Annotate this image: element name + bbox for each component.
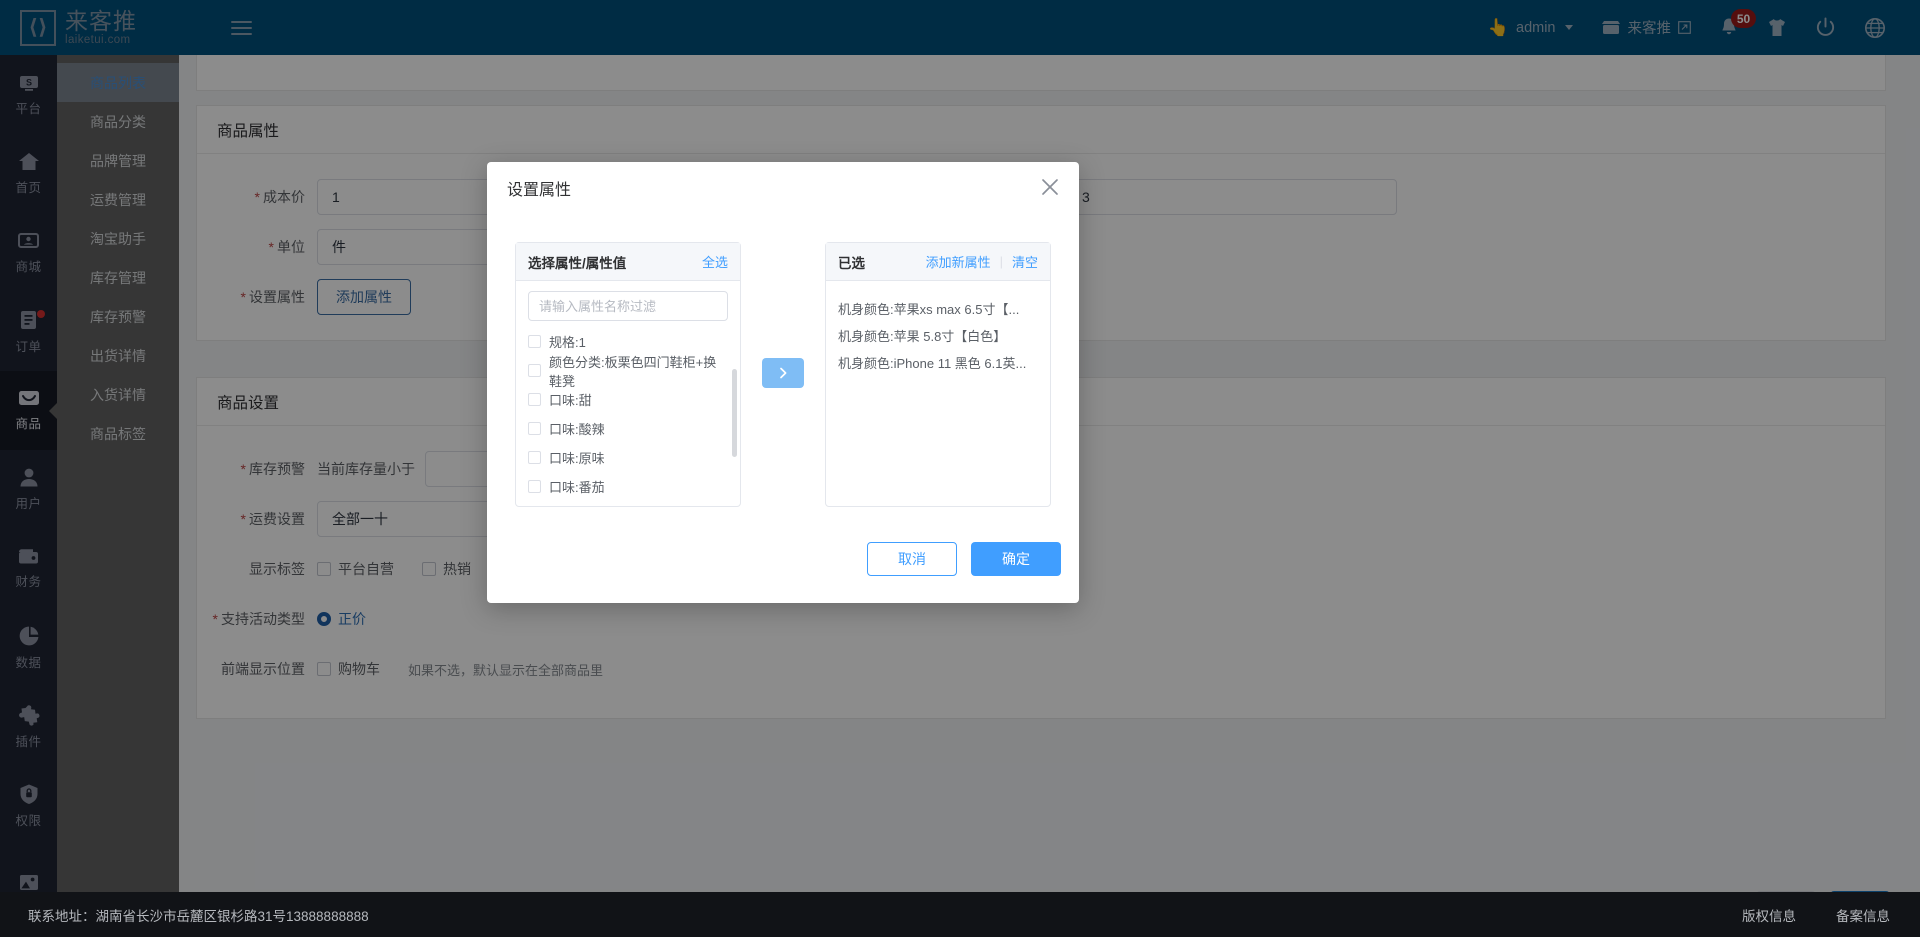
footer-icp-link[interactable]: 备案信息 (1836, 905, 1890, 925)
footer-links: 版权信息 备案信息 (1742, 905, 1920, 925)
dialog-title: 设置属性 (507, 182, 572, 199)
action-separator: | (999, 254, 1003, 269)
attribute-option-list: 规格:1 颜色分类:板栗色四门鞋柜+换鞋凳 口味:甜 口味:酸辣 口味:原味 口… (528, 327, 728, 501)
selected-panel-actions: 添加新属性 | 清空 (926, 252, 1038, 271)
chevron-right-icon (780, 367, 787, 379)
attribute-filter-input[interactable] (528, 291, 728, 321)
available-panel-title: 选择属性/属性值 (528, 255, 627, 271)
checkbox-box (528, 393, 541, 406)
attribute-option[interactable]: 口味:番茄 (528, 472, 728, 501)
selected-panel-body: 机身颜色:苹果xs max 6.5寸【... 机身颜色:苹果 5.8寸【白色】 … (826, 281, 1050, 506)
attribute-option[interactable]: 口味:酸辣 (528, 414, 728, 443)
transfer-right-button[interactable] (762, 358, 804, 388)
attribute-option[interactable]: 颜色分类:板栗色四门鞋柜+换鞋凳 (528, 355, 728, 389)
available-panel-actions: 全选 (702, 252, 728, 271)
dialog-confirm-button[interactable]: 确定 (971, 542, 1061, 576)
available-panel-body: 规格:1 颜色分类:板栗色四门鞋柜+换鞋凳 口味:甜 口味:酸辣 (516, 281, 740, 506)
checkbox-box (528, 480, 541, 493)
attribute-option-label: 口味:原味 (549, 451, 605, 466)
clear-link[interactable]: 清空 (1012, 252, 1038, 271)
footer-copyright-link[interactable]: 版权信息 (1742, 905, 1796, 925)
page-footer: 联系地址：湖南省长沙市岳麓区银杉路31号13888888888 版权信息 备案信… (0, 892, 1920, 937)
available-panel-header: 选择属性/属性值 全选 (516, 243, 740, 281)
select-all-link[interactable]: 全选 (702, 252, 728, 271)
selected-attribute-item[interactable]: 机身颜色:苹果xs max 6.5寸【... (838, 295, 1038, 322)
dialog-body: 选择属性/属性值 全选 规格:1 颜色分类:板栗色四门鞋柜 (487, 214, 1079, 529)
dialog-header: 设置属性 (487, 162, 1079, 214)
close-icon[interactable] (1039, 176, 1063, 200)
footer-contact: 联系地址：湖南省长沙市岳麓区银杉路31号13888888888 (28, 908, 369, 924)
selected-attributes-panel: 已选 添加新属性 | 清空 机身颜色:苹果xs max 6.5寸【... 机身颜… (825, 242, 1051, 507)
checkbox-box (528, 335, 541, 348)
dialog-footer: 取消 确定 (487, 529, 1079, 603)
attribute-option-label: 颜色分类:板栗色四门鞋柜+换鞋凳 (549, 354, 717, 389)
set-attribute-dialog: 设置属性 选择属性/属性值 全选 请输入属性名称过滤 规格:1 颜色分类:板栗色… (487, 162, 1079, 603)
app-root: ⟨⟩ 来客推 laiketui.com 👆 admin 来客推 50 S 平台 … (0, 0, 1920, 937)
attribute-option-label: 口味:甜 (549, 393, 592, 408)
selected-panel-header: 已选 添加新属性 | 清空 (826, 243, 1050, 281)
selected-attribute-item[interactable]: 机身颜色:苹果 5.8寸【白色】 (838, 322, 1038, 349)
selected-attribute-list: 机身颜色:苹果xs max 6.5寸【... 机身颜色:苹果 5.8寸【白色】 … (838, 291, 1038, 376)
attribute-option-label: 规格:1 (549, 335, 586, 350)
checkbox-box (528, 364, 541, 377)
attribute-option-label: 口味:酸辣 (549, 422, 605, 437)
attribute-option[interactable]: 口味:原味 (528, 443, 728, 472)
dialog-cancel-button[interactable]: 取消 (867, 542, 957, 576)
add-new-attribute-link[interactable]: 添加新属性 (926, 252, 991, 271)
attribute-option-label: 口味:番茄 (549, 480, 605, 495)
selected-attribute-item[interactable]: 机身颜色:iPhone 11 黑色 6.1英... (838, 349, 1038, 376)
selected-panel-title: 已选 (838, 255, 865, 271)
checkbox-box (528, 451, 541, 464)
available-attributes-panel: 选择属性/属性值 全选 规格:1 颜色分类:板栗色四门鞋柜 (515, 242, 741, 507)
checkbox-box (528, 422, 541, 435)
attribute-list-scrollbar[interactable] (732, 369, 737, 457)
